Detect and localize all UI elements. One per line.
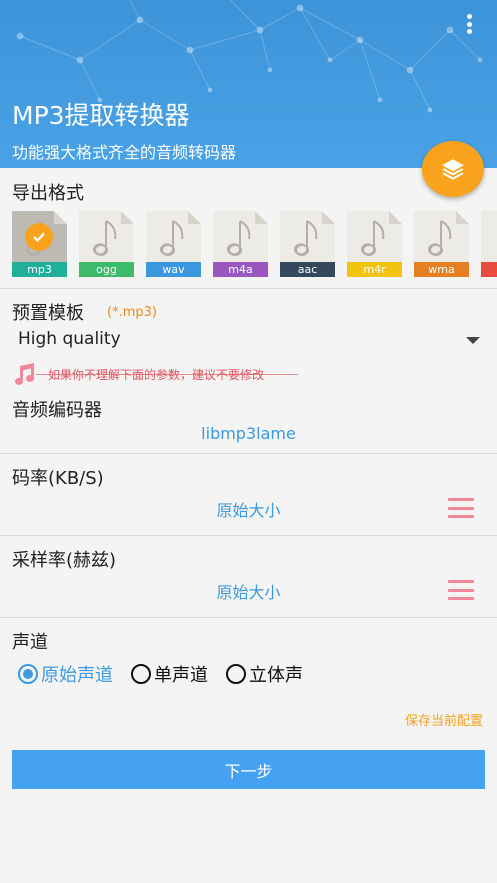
radio-label: 单声道 xyxy=(154,665,208,686)
format-label: m4a xyxy=(213,262,268,277)
format-item-ogg[interactable]: ogg xyxy=(79,211,134,277)
next-step-button[interactable]: 下一步 xyxy=(12,750,485,789)
save-config-link[interactable]: 保存当前配置 xyxy=(405,710,483,729)
channel-radio-group: 原始声道 单声道 立体声 xyxy=(18,661,321,687)
codec-title: 音频编码器 xyxy=(12,400,102,421)
divider xyxy=(0,288,497,289)
dropdown-arrow-icon[interactable] xyxy=(466,337,480,344)
divider xyxy=(0,617,497,618)
format-item-wav[interactable]: wav xyxy=(146,211,201,277)
preset-extension-hint: (*.mp3) xyxy=(107,305,157,320)
layers-fab-button[interactable] xyxy=(422,141,484,197)
format-label: wma xyxy=(414,262,469,277)
radio-mono[interactable]: 单声道 xyxy=(131,661,208,687)
radio-checked-icon xyxy=(18,664,38,684)
format-item-m4r[interactable]: m4r xyxy=(347,211,402,277)
music-note-icon xyxy=(227,220,251,256)
format-list: mp3 ogg wav m4a aac m4r wma xyxy=(12,211,497,279)
radio-stereo[interactable]: 立体声 xyxy=(226,661,303,687)
more-vert-icon[interactable] xyxy=(459,12,479,36)
format-item-m4a[interactable]: m4a xyxy=(213,211,268,277)
export-format-title: 导出格式 xyxy=(12,183,84,204)
format-item-aac[interactable]: aac xyxy=(280,211,335,277)
warning-text: 如果你不理解下面的参数，建议不要修改 xyxy=(48,368,265,382)
radio-label: 立体声 xyxy=(249,665,303,686)
format-label: m4r xyxy=(347,262,402,277)
preset-select[interactable]: High quality xyxy=(18,329,121,349)
format-item-partial[interactable] xyxy=(481,211,497,277)
channel-title: 声道 xyxy=(12,632,48,653)
samplerate-value[interactable]: 原始大小 xyxy=(0,579,497,603)
format-label xyxy=(481,262,497,277)
preset-title: 预置模板 xyxy=(12,303,84,324)
music-note-icon xyxy=(15,363,35,385)
format-item-mp3[interactable]: mp3 xyxy=(12,211,67,277)
music-note-icon xyxy=(428,220,452,256)
format-label: wav xyxy=(146,262,201,277)
divider xyxy=(0,535,497,536)
app-title: MP3提取转换器 xyxy=(12,101,190,130)
radio-unchecked-icon xyxy=(131,664,151,684)
samplerate-title: 采样率(赫兹) xyxy=(12,550,117,571)
app-header: MP3提取转换器 功能强大格式齐全的音频转码器 xyxy=(0,0,497,168)
music-note-icon xyxy=(361,220,385,256)
bitrate-value[interactable]: 原始大小 xyxy=(0,497,497,521)
bitrate-title: 码率(KB/S) xyxy=(12,468,104,489)
format-label: mp3 xyxy=(12,262,67,277)
music-note-icon xyxy=(294,220,318,256)
codec-value[interactable]: libmp3lame xyxy=(0,424,497,443)
format-label: aac xyxy=(280,262,335,277)
format-item-wma[interactable]: wma xyxy=(414,211,469,277)
radio-unchecked-icon xyxy=(226,664,246,684)
divider xyxy=(0,453,497,454)
radio-label: 原始声道 xyxy=(41,665,113,686)
samplerate-menu-icon[interactable] xyxy=(448,580,474,600)
radio-original-channel[interactable]: 原始声道 xyxy=(18,661,113,687)
music-note-icon xyxy=(93,220,117,256)
check-icon xyxy=(25,223,53,251)
file-icon xyxy=(481,211,497,263)
app-subtitle: 功能强大格式齐全的音频转码器 xyxy=(12,143,237,162)
music-note-icon xyxy=(160,220,184,256)
bitrate-menu-icon[interactable] xyxy=(448,498,474,518)
format-label: ogg xyxy=(79,262,134,277)
layers-icon xyxy=(442,159,464,180)
